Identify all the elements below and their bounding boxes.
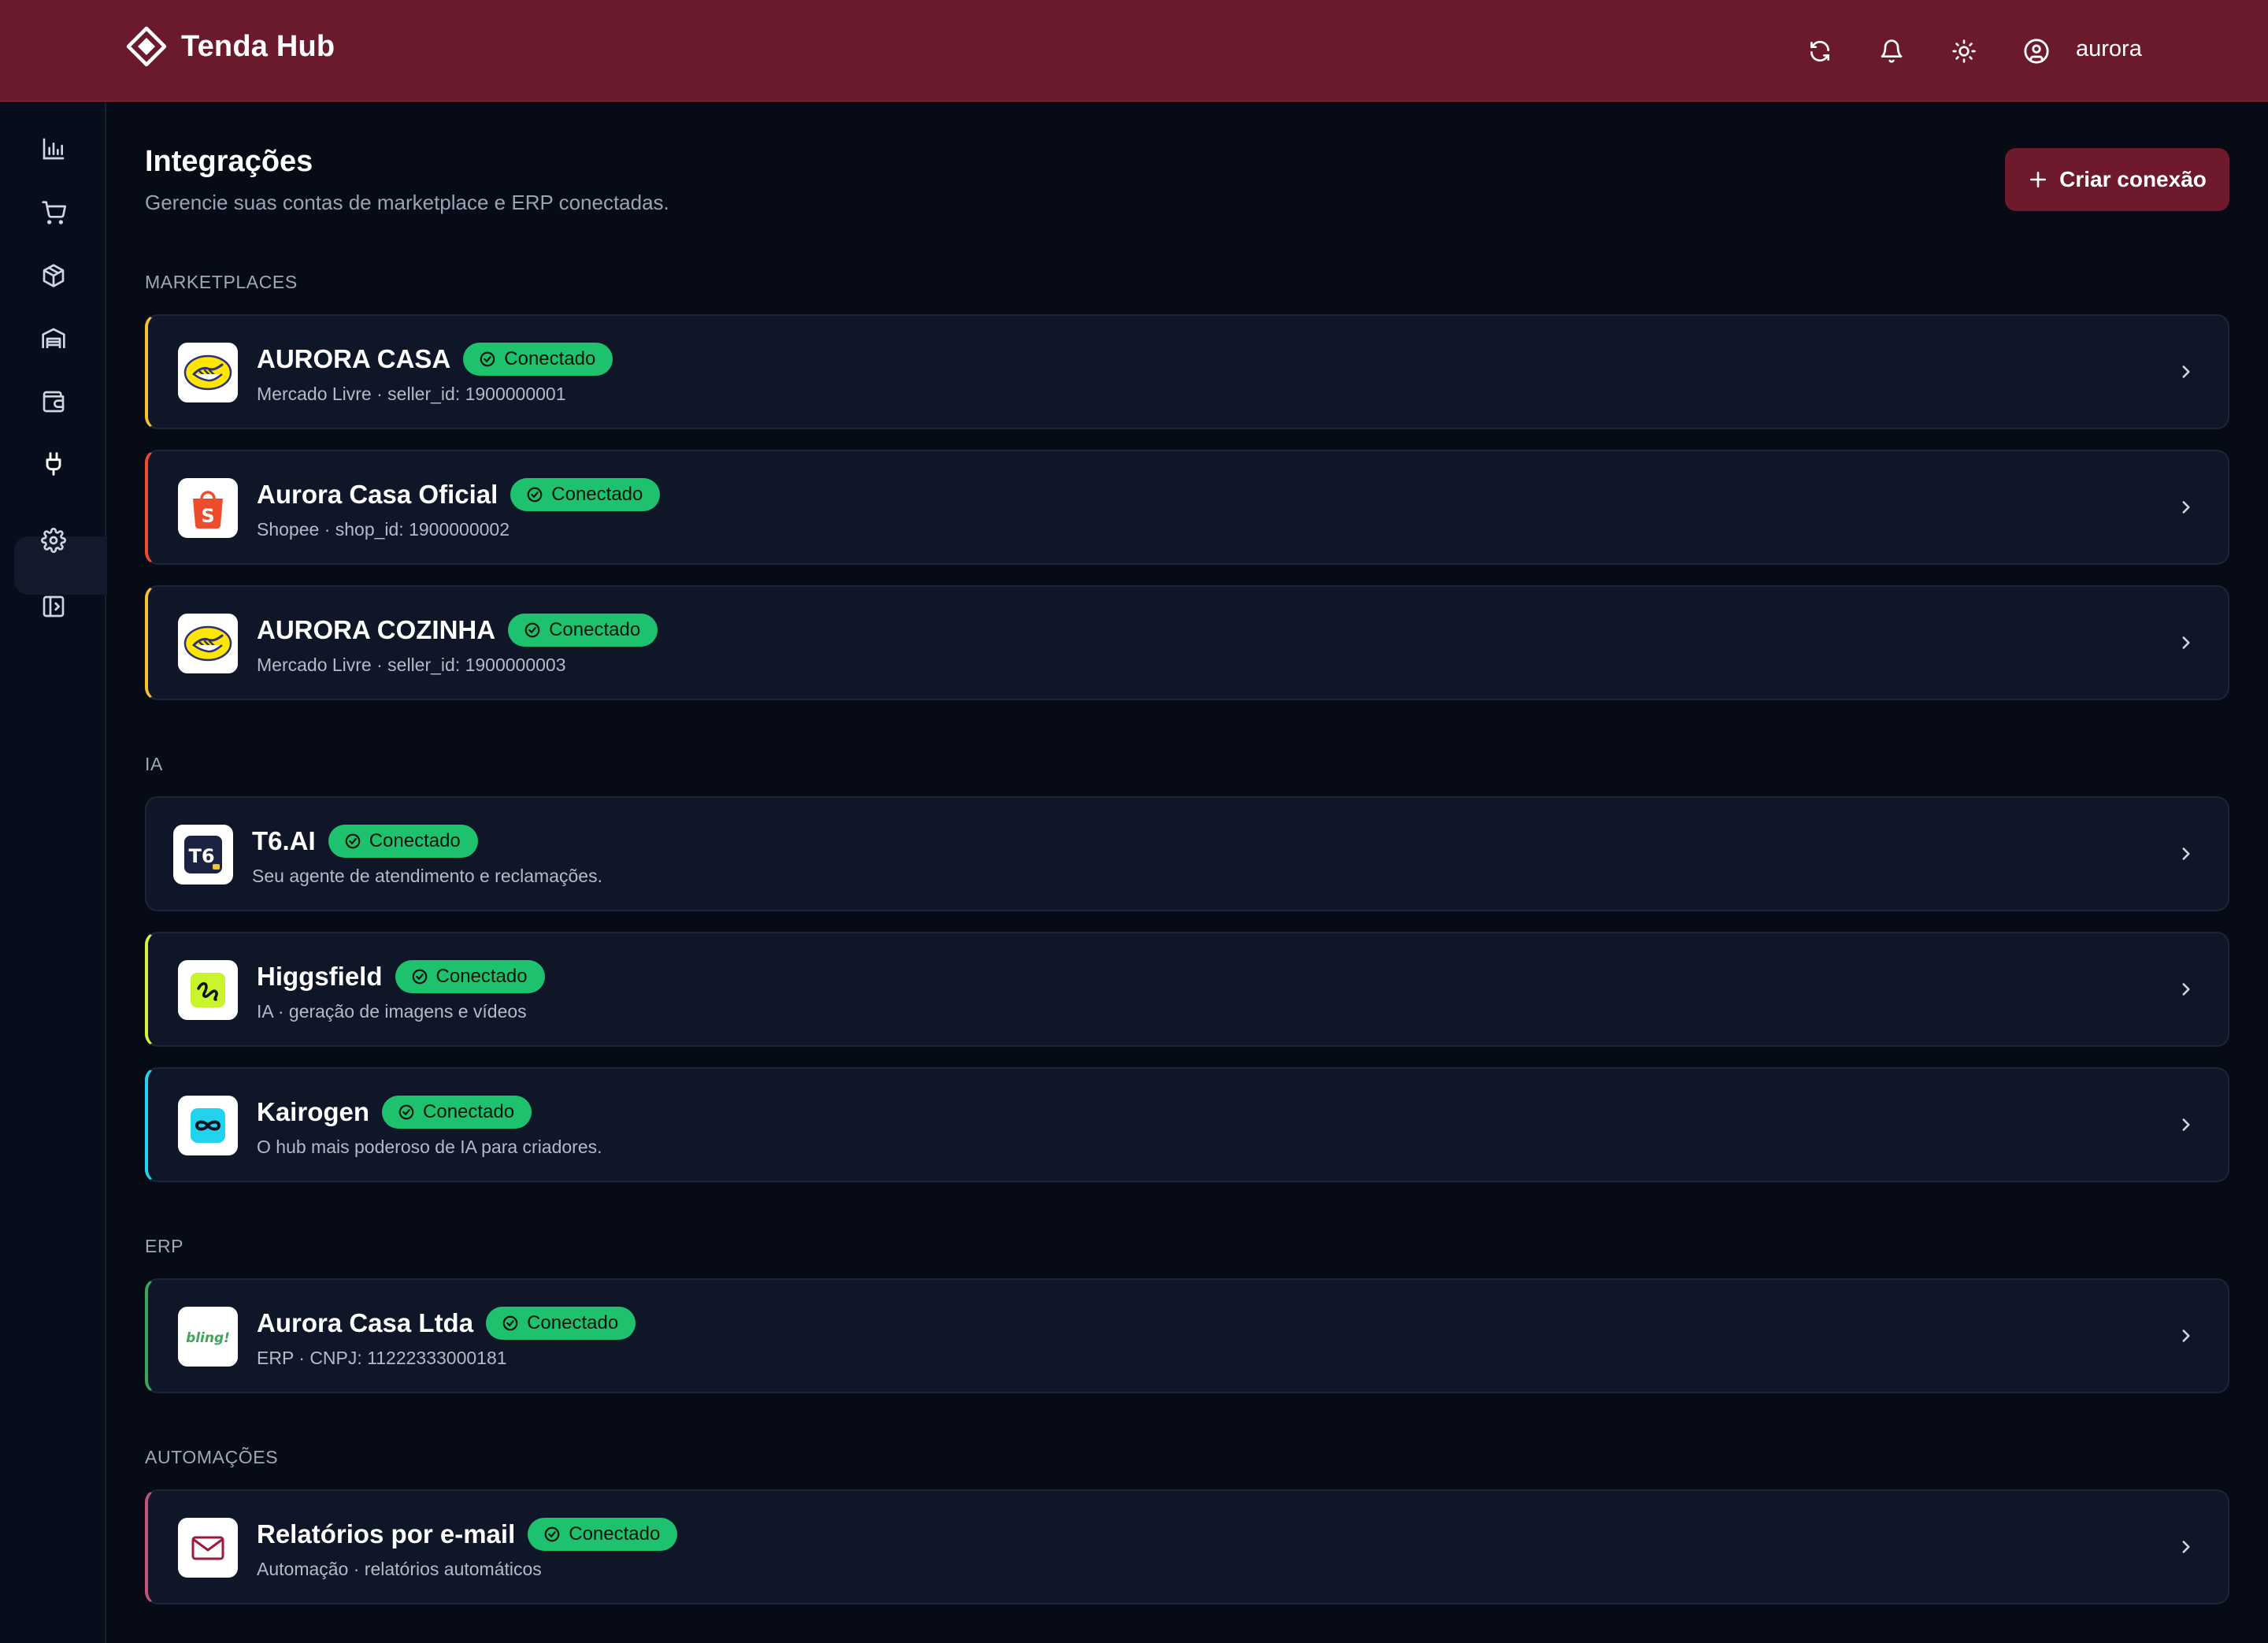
check-circle-icon [544,1526,560,1542]
section-label-marketplaces: MARKETPLACES [145,272,298,292]
brand-name: Tenda Hub [181,29,335,63]
t6-logo-text: T6 [188,845,214,867]
section-label-erp: ERP [145,1236,184,1256]
integration-description: Shopee · shop_id: 1900000002 [257,519,510,540]
sun-icon[interactable] [1944,32,1984,71]
chevron-right-icon[interactable] [2174,1113,2198,1137]
status-badge: Conectado [382,1096,532,1129]
page-subtitle: Gerencie suas contas de marketplace e ER… [145,191,669,214]
bling-logo-text: bling! [186,1330,230,1346]
integration-description: Automação · relatórios automáticos [257,1559,542,1579]
top-bar: Tenda Hub aurora [0,0,2268,102]
status-label: Conectado [435,966,528,987]
check-circle-icon [527,487,543,503]
integration-name: Aurora Casa Ltda [257,1308,474,1337]
brand-logo-icon [126,26,167,67]
integration-card[interactable]: Relatórios por e-mail Conectado Automaçã… [145,1489,2229,1604]
status-label: Conectado [549,619,641,640]
sidebar [0,102,107,1643]
integration-description: Mercado Livre · seller_id: 1900000001 [257,384,566,404]
chevron-right-icon[interactable] [2174,360,2198,384]
refresh-icon[interactable] [1800,32,1840,71]
box-icon[interactable] [37,259,70,292]
integration-card[interactable]: Kairogen Conectado O hub mais poderoso d… [145,1067,2229,1182]
chevron-right-icon[interactable] [2174,977,2198,1001]
svg-text:S: S [201,505,214,527]
status-label: Conectado [527,1312,619,1333]
mercado-livre-logo-icon [178,343,238,402]
status-label: Conectado [369,830,461,851]
sidebar-toggle-icon[interactable] [37,590,70,623]
cart-icon[interactable] [37,196,70,229]
status-badge: Conectado [328,825,478,858]
integration-name: Aurora Casa Oficial [257,480,498,509]
status-label: Conectado [423,1101,515,1122]
page-title: Integrações [145,145,313,178]
integration-description: Seu agente de atendimento e reclamações. [252,866,602,886]
integration-card[interactable]: S Aurora Casa Oficial Conectado Shopee ·… [145,450,2229,565]
integration-name: T6.AI [252,826,316,855]
integration-name: AURORA CASA [257,344,451,373]
check-circle-icon [345,833,361,849]
higgsfield-logo-icon [178,960,238,1020]
check-circle-icon [412,969,427,985]
check-circle-icon [480,351,495,367]
create-connection-button[interactable]: Criar conexão [2005,148,2229,211]
user-circle-icon[interactable] [2017,32,2056,71]
create-connection-label: Criar conexão [2059,167,2207,191]
status-badge: Conectado [508,614,658,647]
check-circle-icon [502,1315,518,1331]
integration-description: IA · geração de imagens e vídeos [257,1001,527,1022]
bar-chart-icon[interactable] [37,132,70,165]
check-circle-icon [398,1104,414,1120]
bell-icon[interactable] [1872,32,1911,71]
status-badge: Conectado [510,478,661,511]
t6-logo-icon: T6 [173,825,233,885]
integration-card[interactable]: AURORA CASA Conectado Mercado Livre · se… [145,314,2229,429]
wallet-icon[interactable] [37,385,70,418]
integration-description: ERP · CNPJ: 11222333000181 [257,1348,507,1368]
chevron-right-icon[interactable] [2174,631,2198,655]
status-badge: Conectado [486,1307,636,1340]
status-label: Conectado [569,1523,661,1545]
gear-icon[interactable] [37,524,70,557]
integration-card[interactable]: bling! Aurora Casa Ltda Conectado ERP · … [145,1278,2229,1393]
user-name[interactable]: aurora [2076,36,2142,62]
integration-name: Relatórios por e-mail [257,1519,516,1548]
integration-description: O hub mais poderoso de IA para criadores… [257,1137,602,1157]
mercado-livre-logo-icon [178,614,238,673]
section-label-ia: IA [145,754,163,774]
bling-logo-icon: bling! [178,1307,238,1367]
chevron-right-icon[interactable] [2174,495,2198,519]
plus-icon [2028,169,2048,190]
integration-card[interactable]: AURORA COZINHA Conectado Mercado Livre ·… [145,585,2229,700]
status-label: Conectado [551,484,643,505]
mail-logo-icon [178,1518,238,1578]
status-badge: Conectado [463,343,613,376]
integration-description: Mercado Livre · seller_id: 1900000003 [257,655,566,675]
status-badge: Conectado [395,960,545,993]
warehouse-icon[interactable] [37,322,70,355]
integration-card[interactable]: T6 T6.AI Conectado Seu agente de atendim… [145,796,2229,911]
shopee-logo-icon: S [178,478,238,538]
integration-card[interactable]: Higgsfield Conectado IA · geração de ima… [145,932,2229,1047]
status-label: Conectado [504,348,596,369]
integration-name: Higgsfield [257,962,383,991]
chevron-right-icon[interactable] [2174,1535,2198,1559]
section-label-automacoes: AUTOMAÇÕES [145,1447,279,1467]
integration-name: Kairogen [257,1097,370,1126]
chevron-right-icon[interactable] [2174,842,2198,866]
chevron-right-icon[interactable] [2174,1324,2198,1348]
check-circle-icon [524,622,540,638]
kairogen-logo-icon [178,1096,238,1155]
integration-name: AURORA COZINHA [257,615,496,644]
brand[interactable]: Tenda Hub [126,24,335,69]
status-badge: Conectado [528,1518,678,1551]
plug-icon[interactable] [37,447,70,480]
